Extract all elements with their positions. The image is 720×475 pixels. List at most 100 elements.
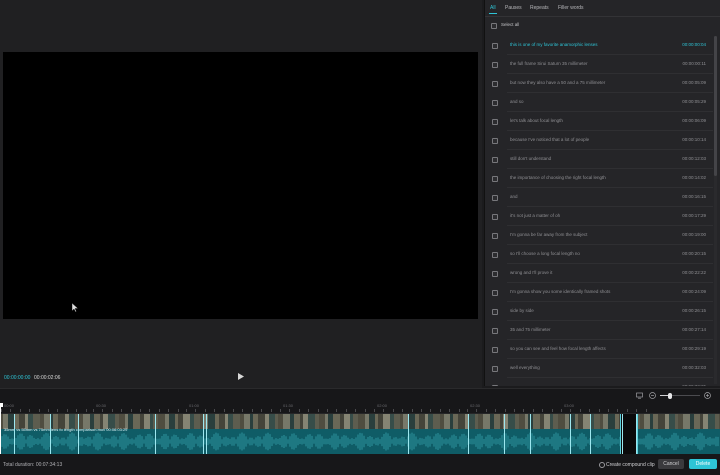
transcript-row[interactable]: and 00:00:16:15 <box>485 188 720 207</box>
row-timecode: 00:00:06:09 <box>682 118 706 123</box>
segment-cut <box>530 414 531 454</box>
ruler-tick <box>598 409 600 412</box>
transcript-row[interactable]: 35 and 75 millimeter 00:00:27:14 <box>485 321 720 340</box>
ruler-tick <box>645 409 647 412</box>
play-icon[interactable] <box>238 373 244 380</box>
ruler-tick <box>551 409 553 412</box>
row-timecode: 00:00:00:04 <box>682 42 706 47</box>
row-checkbox[interactable] <box>492 214 498 220</box>
ruler-tick <box>392 409 394 412</box>
transcript-row[interactable]: and so 00:00:05:29 <box>485 93 720 112</box>
tab-pauses[interactable]: Pauses <box>505 5 522 11</box>
row-checkbox[interactable] <box>492 309 498 315</box>
segment-cut <box>570 414 571 454</box>
transcript-row[interactable]: wrong and I'll prove it 00:00:22:22 <box>485 264 720 283</box>
transcript-row[interactable]: so I'll choose a long focal length no 00:… <box>485 245 720 264</box>
playhead-handle[interactable] <box>0 403 3 407</box>
zoom-in-icon[interactable] <box>704 392 711 399</box>
ruler-tick <box>467 409 468 412</box>
row-checkbox[interactable] <box>492 176 498 182</box>
row-checkbox[interactable] <box>492 81 498 87</box>
row-checkbox[interactable] <box>492 385 498 386</box>
ruler-tick <box>355 409 357 412</box>
row-text: the importance of choosing the right foc… <box>510 175 606 180</box>
video-canvas[interactable] <box>3 52 478 319</box>
transcript-row[interactable]: still don't understand 00:00:12:03 <box>485 150 720 169</box>
transcript-row[interactable]: this is one of my favorite anamorphic le… <box>485 36 720 55</box>
ruler-tick <box>617 409 619 412</box>
row-checkbox[interactable] <box>492 138 498 144</box>
transcript-row[interactable]: so you can see and feel how focal length… <box>485 340 720 359</box>
row-checkbox[interactable] <box>492 157 498 163</box>
tab-repeats[interactable]: Repeats <box>530 5 549 11</box>
row-timecode: 00:00:32:03 <box>682 365 706 370</box>
transcript-row[interactable]: it's not just a matter of oh 00:00:17:29 <box>485 207 720 226</box>
timeline-ruler[interactable]: 00:00 00:30 01:00 01:30 02:00 02:30 03:00 <box>0 403 720 414</box>
ruler-tick <box>308 409 310 412</box>
ruler-tick <box>19 409 21 412</box>
current-timecode: 00:00:00:00 <box>4 375 31 381</box>
ruler-tick <box>48 409 49 412</box>
row-checkbox[interactable] <box>492 233 498 239</box>
row-checkbox[interactable] <box>492 62 498 68</box>
total-duration: Total duration: 00:07:34:13 <box>3 462 62 468</box>
transcript-row[interactable]: well everything 00:00:32:03 <box>485 359 720 378</box>
ruler-tick <box>421 409 422 412</box>
zoom-slider-handle[interactable] <box>668 392 672 399</box>
ruler-tick-label: 01:00 <box>189 403 200 408</box>
select-all-checkbox[interactable] <box>491 23 497 29</box>
ruler-tick <box>608 409 609 412</box>
ruler-tick <box>177 409 179 412</box>
row-checkbox[interactable] <box>492 252 498 258</box>
compound-clip-radio[interactable] <box>599 462 605 468</box>
row-text: the full frame Sirui Saturn 35 millimete… <box>510 61 588 66</box>
transcript-row[interactable]: the importance of choosing the right foc… <box>485 169 720 188</box>
row-checkbox[interactable] <box>492 271 498 277</box>
ruler-tick <box>233 409 234 412</box>
ruler-tick-label: 01:30 <box>283 403 294 408</box>
playhead[interactable] <box>0 403 1 455</box>
transcript-row[interactable]: the full frame Sirui Saturn 35 millimete… <box>485 55 720 74</box>
row-checkbox[interactable] <box>492 119 498 125</box>
total-duration-value: 00:07:34:13 <box>35 462 63 468</box>
ruler-tick <box>514 409 515 412</box>
cancel-button[interactable]: Cancel <box>658 459 684 469</box>
ruler-tick <box>130 409 132 412</box>
ruler-tick <box>168 409 170 412</box>
ruler-tick-label: 02:30 <box>470 403 481 408</box>
segment-cut <box>50 414 51 454</box>
transcript-row[interactable]: because I've noticed that a lot of peopl… <box>485 131 720 150</box>
ruler-tick-label: 00:00 <box>4 403 15 408</box>
transcript-row[interactable]: I'm gonna show you some identically fram… <box>485 283 720 302</box>
compound-clip-label[interactable]: Create compound clip <box>606 462 655 468</box>
transcript-list[interactable]: this is one of my favorite anamorphic le… <box>485 36 720 386</box>
row-checkbox[interactable] <box>492 195 498 201</box>
ruler-tick-label: 03:00 <box>564 403 575 408</box>
ruler-tick <box>532 409 534 412</box>
tab-filler-words[interactable]: Filler words <box>558 5 584 11</box>
row-text: I'm gonna show you some identically fram… <box>510 289 611 294</box>
transcript-row[interactable]: 00:00:33:25 <box>485 378 720 386</box>
transcript-row[interactable]: I'm gonna be far away from the subject 00… <box>485 226 720 245</box>
tab-all[interactable]: All <box>490 5 496 11</box>
row-timecode: 00:00:27:14 <box>682 327 706 332</box>
transcript-row[interactable]: side by side 00:00:26:15 <box>485 302 720 321</box>
row-text: and <box>510 194 518 199</box>
ruler-tick <box>121 409 123 412</box>
row-checkbox[interactable] <box>492 100 498 106</box>
row-checkbox[interactable] <box>492 290 498 296</box>
ruler-tick <box>29 409 31 412</box>
row-timecode: 00:00:05:09 <box>682 80 706 85</box>
screen-icon[interactable] <box>636 392 643 399</box>
row-checkbox[interactable] <box>492 328 498 334</box>
row-checkbox[interactable] <box>492 366 498 372</box>
zoom-out-icon[interactable] <box>649 392 656 399</box>
row-checkbox[interactable] <box>492 347 498 353</box>
scrollbar-thumb[interactable] <box>714 36 717 176</box>
row-timecode: 00:00:05:29 <box>682 99 706 104</box>
transcript-row[interactable]: but now they also have a 50 and a 75 mil… <box>485 74 720 93</box>
row-checkbox[interactable] <box>492 43 498 49</box>
ruler-tick <box>402 409 404 412</box>
delete-button[interactable]: Delete <box>689 459 717 469</box>
transcript-row[interactable]: let's talk about focal length 00:00:06:09 <box>485 112 720 131</box>
